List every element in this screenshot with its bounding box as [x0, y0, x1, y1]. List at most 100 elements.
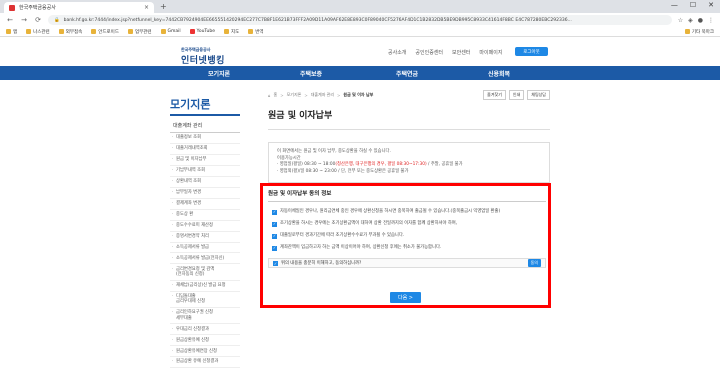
agreement-item: ✓ 조기상환을 하시는 경우에는 조기상환금액이 대하여 상환 전일까지의 이자를…: [268, 218, 546, 230]
url-input[interactable]: 🔒 bank.hf.go.kr:7444/index.jsp?netfunnel…: [48, 15, 672, 25]
sidebar-item[interactable]: 대출정보 조회: [170, 133, 240, 144]
breadcrumb-current: 원금 및 이자 납부: [343, 92, 374, 97]
sidebar-item[interactable]: 중도상 환: [170, 210, 240, 221]
breadcrumb-item[interactable]: 대출계좌 관리: [311, 92, 334, 98]
back-icon[interactable]: ←: [6, 16, 14, 24]
extension-icon[interactable]: ◈: [688, 17, 693, 24]
bookmark-other[interactable]: 기타 북마크: [684, 29, 714, 35]
breadcrumb-separator: >: [337, 92, 341, 98]
bookmark-item[interactable]: 나스관련: [26, 29, 50, 35]
bookmark-gmail[interactable]: Gmail: [160, 29, 181, 34]
sidebar-item[interactable]: 결제계좌 변경: [170, 199, 240, 210]
top-link-about[interactable]: 공사소개: [388, 49, 406, 56]
agreement-item: ✓ 자동이체일인 경우나, 원리금연체 중인 경우에 상환신청을 하시면 중복하여…: [268, 206, 546, 218]
sidebar-item[interactable]: 소득공제서류 발급(전자신): [170, 253, 240, 265]
bookmark-item[interactable]: 업무관련: [127, 29, 152, 35]
forward-icon[interactable]: →: [20, 16, 28, 24]
bookmark-apps[interactable]: 앱: [6, 29, 17, 35]
sidebar-item[interactable]: 금리변경요청 및 감액 (전자동의 신청): [170, 264, 240, 281]
star-icon[interactable]: ☆: [678, 17, 683, 24]
browser-tabbar: 한국주택금융공사 × + — ☐ ✕: [0, 0, 720, 13]
browser-tab[interactable]: 한국주택금융공사 ×: [4, 2, 154, 13]
nav-housing-pension[interactable]: 주택연금: [396, 66, 418, 80]
top-link-mypage[interactable]: 마이페이지: [479, 49, 502, 56]
agreement-title: 원금 및 이자납부 동의 정보: [268, 189, 546, 202]
nav-credit-recovery[interactable]: 신용회복: [488, 66, 510, 80]
sidebar-title: 모기지론: [170, 96, 240, 116]
agree-checkbox[interactable]: ✓: [273, 260, 278, 266]
breadcrumb-separator: >: [304, 92, 308, 98]
chat-button[interactable]: 채팅상담: [527, 90, 550, 100]
breadcrumb-item[interactable]: 모기지론: [287, 92, 302, 98]
bookmark-item[interactable]: 안드로이드: [91, 29, 119, 35]
close-window-icon[interactable]: ✕: [708, 1, 714, 9]
sidebar-list: 대출정보 조회 대출거래내역조회 원금 및 이자납부 기납부내역 조회 상환내역…: [170, 133, 240, 369]
bookmark-item[interactable]: 외부접속: [58, 29, 82, 35]
agreement-item: ✓ 대출일로부터 경과기간에 따라 조기상환수수료가 부과될 수 있습니다.: [268, 230, 546, 242]
top-link-security[interactable]: 보안센터: [452, 49, 470, 56]
bookmark-translate[interactable]: 번역: [248, 29, 264, 35]
lock-icon: 🔒: [54, 17, 60, 23]
sidebar-item[interactable]: 소득공제서류 발급: [170, 243, 240, 254]
breadcrumb-separator: >: [280, 92, 284, 98]
sidebar-group[interactable]: 대출계좌 관리: [170, 122, 240, 133]
sidebar-item[interactable]: 대출거래내역조회: [170, 144, 240, 155]
agreement-item: ✓ 계좌잔액이 입금하고자 하는 금액 이상이어야 하며, 상환신청 후에는 취소…: [268, 242, 546, 254]
agree-row: ✓ 위의 내용을 충분히 이해하고, 동의하십니까? 동의: [268, 258, 546, 269]
agreement-text: 자동이체일인 경우나, 원리금연체 중인 경우에 상환신청을 하시면 중복하여 …: [280, 209, 501, 214]
sidebar-item[interactable]: 디딤돌대출 금리우대제 신청: [170, 292, 240, 309]
address-icons: ☆ ◈ ● ⋮: [678, 17, 714, 24]
favorite-button[interactable]: 즐겨찾기: [483, 90, 506, 100]
new-tab-button[interactable]: +: [160, 2, 167, 11]
map-icon: [223, 29, 229, 34]
next-button[interactable]: 다음 >: [390, 292, 421, 303]
check-icon: ✓: [272, 245, 277, 251]
nav-housing-guarantee[interactable]: 주택보증: [300, 66, 322, 80]
home-icon[interactable]: ⌂: [268, 93, 271, 98]
logo-brand: 인터넷뱅킹: [181, 56, 225, 66]
translate-icon: [248, 29, 254, 34]
bookmark-maps[interactable]: 지도: [223, 29, 239, 35]
site-logo[interactable]: 한국주택금융공사 인터넷뱅킹: [181, 47, 225, 66]
sidebar-item[interactable]: 재채납(금리상)신 발급 요청: [170, 281, 240, 292]
sidebar-item[interactable]: 원금상환 유예 신청결과: [170, 357, 240, 369]
sidebar-item[interactable]: 기납부내역 조회: [170, 166, 240, 177]
site-header: 한국주택금융공사 인터넷뱅킹 공사소개 공인인증센터 보안센터 마이페이지 로그…: [0, 38, 720, 66]
print-button[interactable]: 인쇄: [508, 90, 525, 100]
breadcrumb-item[interactable]: 홈: [274, 92, 278, 98]
main-content: ⌂ 홈 > 모기지론 > 대출계좌 관리 > 원금 및 이자 납부 즐겨찾기 인…: [268, 90, 550, 183]
folder-icon: [91, 29, 97, 34]
address-bar-row: ← → ⟳ 🔒 bank.hf.go.kr:7444/index.jsp?net…: [0, 13, 720, 27]
reload-icon[interactable]: ⟳: [34, 16, 42, 24]
sidebar-item[interactable]: 원금 및 이자납부: [170, 155, 240, 166]
sidebar-item[interactable]: 금리인하요구권 신청 세부대출: [170, 308, 240, 325]
sidebar-item[interactable]: 상환내역 조회: [170, 177, 240, 188]
notice-line: · 영업일(평일) 08:30 ~ 18:00(청산은행, 대구은행의 경우, …: [277, 162, 541, 169]
apps-icon: [6, 29, 11, 34]
sidebar-item[interactable]: 증명서변경약 처리: [170, 232, 240, 243]
logout-button[interactable]: 로그아웃: [515, 47, 548, 56]
check-icon: ✓: [272, 233, 277, 239]
nav-mortgage[interactable]: 모기지론: [208, 66, 230, 80]
agree-button[interactable]: 동의: [527, 259, 541, 268]
check-icon: ✓: [272, 221, 277, 227]
minimize-icon[interactable]: —: [671, 1, 678, 9]
sidebar-item[interactable]: 원금상환유예연장 신청: [170, 346, 240, 358]
folder-icon: [127, 29, 133, 34]
sidebar-item[interactable]: 중도수수료미 재산정: [170, 221, 240, 232]
sidebar-item[interactable]: 원금상환유예 신청: [170, 335, 240, 347]
close-tab-icon[interactable]: ×: [144, 4, 149, 11]
url-text: bank.hf.go.kr:7444/index.jsp?netfunnel_k…: [63, 17, 572, 23]
breadcrumb: ⌂ 홈 > 모기지론 > 대출계좌 관리 > 원금 및 이자 납부: [268, 92, 373, 98]
maximize-icon[interactable]: ☐: [690, 1, 696, 9]
menu-icon[interactable]: ⋮: [708, 17, 714, 24]
top-link-cert[interactable]: 공인인증센터: [415, 49, 443, 56]
sidebar-item[interactable]: 납부일자 변경: [170, 188, 240, 199]
sidebar-item[interactable]: 우대금리 신청결과: [170, 324, 240, 336]
crumb-row: ⌂ 홈 > 모기지론 > 대출계좌 관리 > 원금 및 이자 납부 즐겨찾기 인…: [268, 90, 550, 100]
notice-hours: · 영업일(평일) 08:30 ~ 18:00: [277, 162, 336, 168]
folder-icon: [26, 29, 32, 34]
profile-icon[interactable]: ●: [698, 17, 703, 24]
bookmark-youtube[interactable]: YouTube: [189, 29, 215, 34]
tab-title: 한국주택금융공사: [19, 5, 56, 11]
